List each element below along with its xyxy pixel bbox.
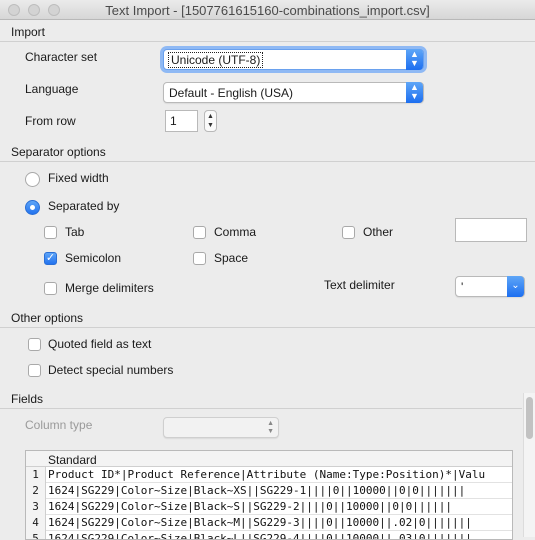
merge-delimiters-checkbox[interactable] xyxy=(44,282,57,295)
window-title: Text Import - [1507761615160-combination… xyxy=(105,3,430,18)
chevron-updown-icon: ▲ ▼ xyxy=(406,49,423,70)
chevron-down-icon: ⌄ xyxy=(507,276,524,297)
language-value: Default - English (USA) xyxy=(169,86,294,100)
table-row[interactable]: 4 1624|SG229|Color~Size|Black~M||SG229-3… xyxy=(26,515,512,531)
row-number: 3 xyxy=(26,499,46,515)
text-delimiter-label: Text delimiter xyxy=(324,278,395,292)
tab-label: Tab xyxy=(65,225,85,239)
character-set-select[interactable]: Unicode (UTF-8) ▲ ▼ xyxy=(163,49,424,70)
detect-special-numbers-checkbox[interactable] xyxy=(28,364,41,377)
text-delimiter-value: ' xyxy=(461,280,464,294)
import-divider xyxy=(0,41,535,42)
row-number: 4 xyxy=(26,515,46,531)
preview-grid[interactable]: Standard 1 Product ID*|Product Reference… xyxy=(25,450,513,540)
window-scrollbar[interactable] xyxy=(523,393,535,537)
character-set-label: Character set xyxy=(25,50,98,64)
fields-divider xyxy=(0,408,522,409)
separated-by-radio[interactable] xyxy=(25,200,40,215)
grid-column-header-label: Standard xyxy=(48,453,97,467)
detect-special-numbers-label: Detect special numbers xyxy=(48,363,174,377)
from-row-input[interactable]: 1 xyxy=(165,110,198,132)
character-set-value: Unicode (UTF-8) xyxy=(167,52,264,68)
from-row-label: From row xyxy=(25,114,76,128)
separated-by-label: Separated by xyxy=(48,199,120,213)
other-options-section-label: Other options xyxy=(11,311,84,325)
scrollbar-thumb[interactable] xyxy=(526,397,533,439)
title-bar: Text Import - [1507761615160-combination… xyxy=(0,0,535,20)
row-number: 2 xyxy=(26,483,46,499)
space-label: Space xyxy=(214,251,249,265)
row-text: 1624|SG229|Color~Size|Black~L||SG229-4||… xyxy=(48,532,472,540)
separator-divider xyxy=(0,161,535,162)
other-checkbox[interactable] xyxy=(342,226,355,239)
quoted-field-label: Quoted field as text xyxy=(48,337,152,351)
table-row[interactable]: 1 Product ID*|Product Reference|Attribut… xyxy=(26,467,512,483)
fixed-width-radio[interactable] xyxy=(25,172,40,187)
grid-column-header[interactable]: Standard xyxy=(26,451,512,467)
row-number: 1 xyxy=(26,467,46,483)
comma-label: Comma xyxy=(214,225,257,239)
checkmark-icon: ✓ xyxy=(45,252,56,264)
row-text: 1624|SG229|Color~Size|Black~XS||SG229-1|… xyxy=(48,484,466,497)
other-delimiter-input[interactable] xyxy=(455,218,527,242)
chevron-updown-icon: ▲ ▼ xyxy=(267,420,274,435)
comma-checkbox[interactable] xyxy=(193,226,206,239)
column-type-select[interactable]: ▲ ▼ xyxy=(163,417,279,438)
column-type-label: Column type xyxy=(25,418,93,432)
from-row-stepper[interactable]: ▲ ▼ xyxy=(204,110,217,132)
separator-section-label: Separator options xyxy=(11,145,106,159)
other-label: Other xyxy=(363,225,394,239)
quoted-field-checkbox[interactable] xyxy=(28,338,41,351)
fixed-width-label: Fixed width xyxy=(48,171,109,185)
language-label: Language xyxy=(25,82,79,96)
table-row[interactable]: 3 1624|SG229|Color~Size|Black~S||SG229-2… xyxy=(26,499,512,515)
space-checkbox[interactable] xyxy=(193,252,206,265)
semicolon-label: Semicolon xyxy=(65,251,122,265)
chevron-updown-icon: ▲ ▼ xyxy=(406,82,423,103)
language-select[interactable]: Default - English (USA) ▲ ▼ xyxy=(163,82,424,103)
tab-checkbox[interactable] xyxy=(44,226,57,239)
row-text: 1624|SG229|Color~Size|Black~S||SG229-2||… xyxy=(48,500,452,513)
row-text: 1624|SG229|Color~Size|Black~M||SG229-3||… xyxy=(48,516,472,529)
text-delimiter-select[interactable]: ' ⌄ xyxy=(455,276,525,297)
row-text: Product ID*|Product Reference|Attribute … xyxy=(48,468,486,481)
import-section-label: Import xyxy=(11,25,46,39)
merge-delimiters-label: Merge delimiters xyxy=(65,281,154,295)
table-row[interactable]: 5 1624|SG229|Color~Size|Black~L||SG229-4… xyxy=(26,531,512,540)
fields-section-label: Fields xyxy=(11,392,44,406)
row-number: 5 xyxy=(26,531,46,539)
semicolon-checkbox[interactable]: ✓ xyxy=(44,252,57,265)
table-row[interactable]: 2 1624|SG229|Color~Size|Black~XS||SG229-… xyxy=(26,483,512,499)
other-options-divider xyxy=(0,327,535,328)
